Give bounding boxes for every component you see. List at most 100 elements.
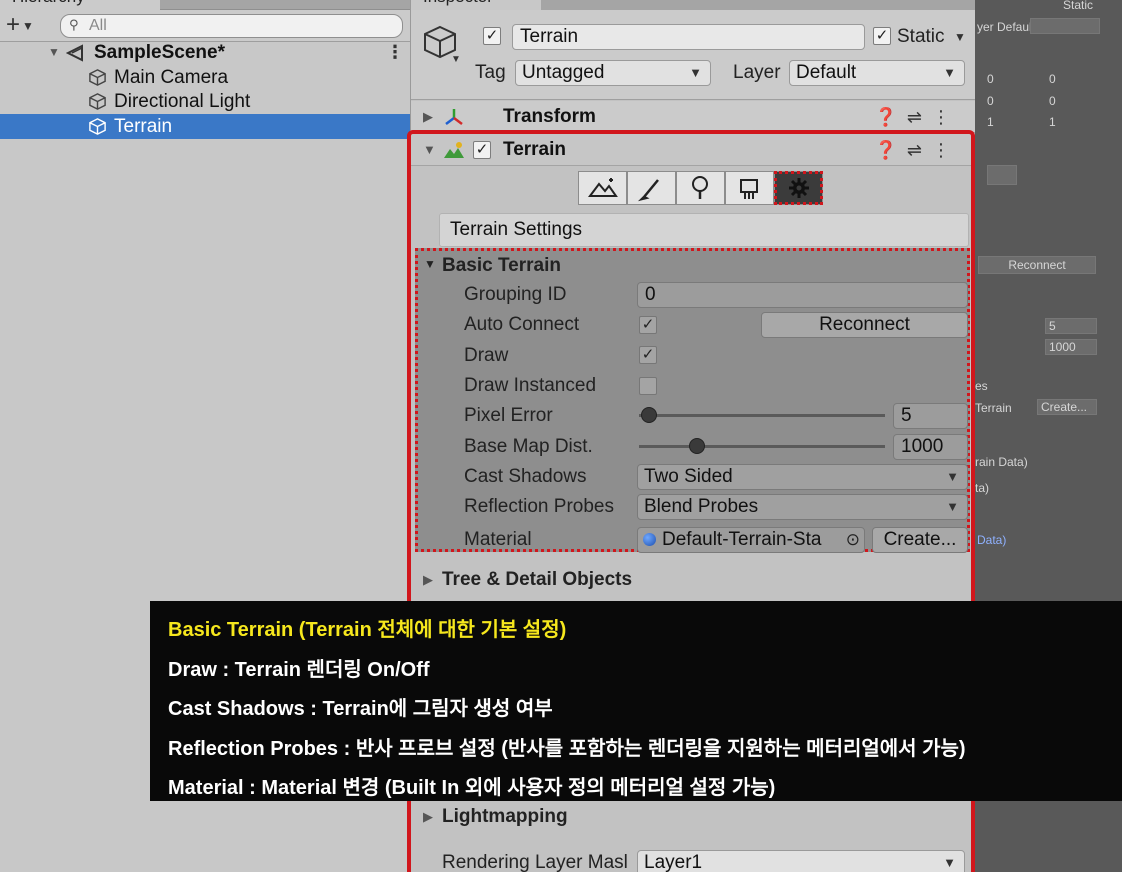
hierarchy-tab[interactable]: Hierarchy [0,0,160,10]
create-material-button[interactable]: Create... [872,527,968,553]
bg-z1: 0 [1049,94,1056,108]
foldout-arrow-icon[interactable]: ▶ [423,572,433,588]
presets-icon[interactable]: ⇌ [907,107,932,127]
chevron-down-icon: ▼ [689,65,702,80]
draw-instanced-checkbox[interactable] [639,377,657,395]
paint-terrain-button[interactable] [627,171,676,205]
static-checkbox[interactable]: ✓ [873,27,891,45]
tag-dropdown[interactable]: Untagged ▼ [515,60,711,86]
draw-checkbox[interactable]: ✓ [639,346,657,364]
scene-menu-icon[interactable]: ⋮ [386,40,404,65]
terrain-raise-icon [588,178,618,197]
auto-connect-checkbox[interactable]: ✓ [639,316,657,334]
bg-es: es [975,379,988,393]
terrain-enabled-checkbox[interactable]: ✓ [473,141,491,159]
material-value: Default-Terrain-Sta [662,529,822,550]
grouping-id-label: Grouping ID [464,284,567,305]
bg-tool-box [987,165,1017,185]
layer-dropdown[interactable]: Default ▼ [789,60,965,86]
draw-label: Draw [464,345,509,366]
presets-icon[interactable]: ⇌ [907,140,932,160]
component-menu-icon[interactable]: ⋮ [932,140,960,160]
help-icon[interactable]: ❓ [874,140,906,160]
scene-name: SampleScene* [94,42,225,63]
bg-x1: 0 [987,94,994,108]
paint-trees-button[interactable] [676,171,725,205]
chevron-down-icon: ▼ [22,18,34,33]
paint-details-button[interactable] [725,171,774,205]
chevron-down-icon: ▼ [943,65,956,80]
bg-z0: 0 [1049,72,1056,86]
static-label[interactable]: Static [897,24,945,50]
terrain-component-header[interactable]: ▼ ✓ Terrain ❓⇌⋮ [411,134,976,166]
foldout-arrow-icon[interactable]: ▶ [423,101,433,133]
hierarchy-item-main-camera[interactable]: Main Camera [0,65,410,90]
object-picker-icon[interactable]: ⊙ [846,528,860,552]
bg-layer-text: yer Default [977,20,1036,34]
bg-data: Data) [977,533,1007,547]
hierarchy-item-directional-light[interactable]: Directional Light [0,89,410,114]
hierarchy-search-field[interactable]: ⚲ All [60,14,403,38]
hierarchy-item-terrain[interactable]: Terrain [0,114,410,139]
create-neighbor-terrains-button[interactable] [578,171,627,205]
gameobject-cube-icon [89,118,106,135]
transform-component-header[interactable]: ▶ Transform ❓⇌⋮ [411,101,976,133]
draw-instanced-label: Draw Instanced [464,375,597,396]
reconnect-button[interactable]: Reconnect [761,312,968,338]
pixel-error-field[interactable]: 5 [893,403,968,429]
subtitle-line-2: Draw : Terrain 렌더링 On/Off [168,658,430,681]
grass-detail-icon [740,179,758,199]
pixel-error-label: Pixel Error [464,405,553,426]
terrain-settings-button[interactable] [774,171,823,205]
pixel-error-slider-track[interactable] [639,414,885,417]
inspector-tab[interactable]: Inspector [411,0,541,10]
reflection-probes-dropdown[interactable]: Blend Probes ▼ [637,494,968,520]
basic-terrain-section: ▼ Basic Terrain Grouping ID 0 Auto Conne… [415,248,970,553]
icon-picker-arrow-icon[interactable]: ▼ [451,54,461,65]
bg-static-label: Static [1063,0,1094,12]
scene-row[interactable]: ▼ SampleScene* ⋮ [0,40,410,65]
bg-rain-data: rain Data) [975,455,1028,469]
brush-icon [637,179,659,202]
grouping-id-field[interactable]: 0 [637,282,968,308]
subtitle-line-1: Basic Terrain (Terrain 전체에 대한 기본 설정) [168,619,567,641]
component-header-icons: ❓⇌⋮ [874,101,960,133]
add-object-button[interactable]: + ▼ [6,12,34,39]
base-map-slider-knob[interactable] [689,438,705,454]
auto-connect-label: Auto Connect [464,314,580,335]
tree-detail-section-title[interactable]: Tree & Detail Objects [442,567,632,593]
bg-field-5: 5 [1045,318,1097,334]
terrain-icon [444,142,464,158]
foldout-arrow-icon[interactable]: ▶ [423,809,433,825]
active-checkbox[interactable]: ✓ [483,27,501,45]
component-menu-icon[interactable]: ⋮ [932,107,960,127]
material-label: Material [464,529,532,550]
gameobject-cube-icon [89,69,106,86]
static-dropdown-icon[interactable]: ▼ [954,30,966,44]
hierarchy-item-label: Main Camera [114,67,229,88]
hierarchy-item-label: Directional Light [114,91,251,112]
pixel-error-slider-knob[interactable] [641,407,657,423]
bg-z2: 1 [1049,115,1056,129]
basic-terrain-title[interactable]: Basic Terrain [442,253,561,279]
foldout-arrow-icon[interactable]: ▼ [423,134,436,166]
cast-shadows-dropdown[interactable]: Two Sided ▼ [637,464,968,490]
subtitle-overlay: Basic Terrain (Terrain 전체에 대한 기본 설정) Dra… [150,601,1122,801]
foldout-arrow-icon[interactable]: ▼ [48,40,60,65]
cast-shadows-label: Cast Shadows [464,466,587,487]
rendering-layer-mask-label: Rendering Layer Masl [442,852,628,872]
subtitle-line-4: Reflection Probes : 반사 프로브 설정 (반사를 포함하는 … [168,737,966,760]
bg-terrain: Terrain [975,401,1012,415]
reflection-probes-label: Reflection Probes [464,496,614,517]
base-map-field[interactable]: 1000 [893,434,968,460]
chevron-down-icon: ▼ [943,855,956,870]
object-name-field[interactable]: Terrain [512,24,865,50]
unity-scene-icon [66,44,83,62]
chevron-down-icon: ▼ [946,499,959,514]
foldout-arrow-icon[interactable]: ▼ [424,257,436,271]
base-map-slider-track[interactable] [639,445,885,448]
bg-create-button: Create... [1037,399,1097,415]
help-icon[interactable]: ❓ [874,107,906,127]
rendering-layer-mask-dropdown[interactable]: Layer1 ▼ [637,850,965,872]
material-object-field[interactable]: Default-Terrain-Sta ⊙ [637,527,865,553]
